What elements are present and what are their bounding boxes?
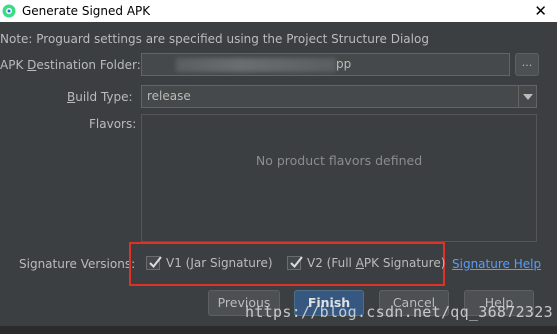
close-icon[interactable]: ✕ <box>534 1 547 21</box>
chevron-down-icon[interactable] <box>518 86 536 107</box>
flavors-label: Flavors: <box>89 117 137 131</box>
build-type-value: release <box>147 89 191 103</box>
check-icon[interactable] <box>287 256 303 270</box>
signature-help-link[interactable]: Signature Help <box>452 257 541 271</box>
window-title: Generate Signed APK <box>22 4 151 18</box>
check-icon[interactable] <box>146 256 162 270</box>
blurred-path <box>176 58 336 72</box>
build-type-dropdown[interactable]: release <box>141 85 537 108</box>
flavors-empty-text: No product flavors defined <box>255 153 423 168</box>
flavors-list[interactable]: No product flavors defined <box>141 114 537 242</box>
build-type-label: Build Type: <box>67 90 133 104</box>
browse-button[interactable]: ... <box>515 53 539 76</box>
v1-signature-checkbox[interactable]: V1 (Jar Signature) <box>146 256 273 270</box>
v1-signature-label: V1 (Jar Signature) <box>166 256 273 270</box>
destination-folder-input[interactable]: pp <box>141 53 510 76</box>
proguard-note: Note: Proguard settings are specified us… <box>0 32 429 46</box>
destination-label: APK Destination Folder: <box>0 58 141 72</box>
android-studio-icon <box>2 4 16 18</box>
v2-signature-checkbox[interactable]: V2 (Full APK Signature) <box>287 256 445 270</box>
watermark: https://blog.csdn.net/qq_36872323 <box>245 303 553 321</box>
signature-versions-label: Signature Versions: <box>19 257 136 271</box>
v2-signature-label: V2 (Full APK Signature) <box>307 256 446 270</box>
destination-value: pp <box>336 57 352 71</box>
title-bar: Generate Signed APK ✕ <box>0 0 557 22</box>
bottom-strip <box>0 326 557 334</box>
